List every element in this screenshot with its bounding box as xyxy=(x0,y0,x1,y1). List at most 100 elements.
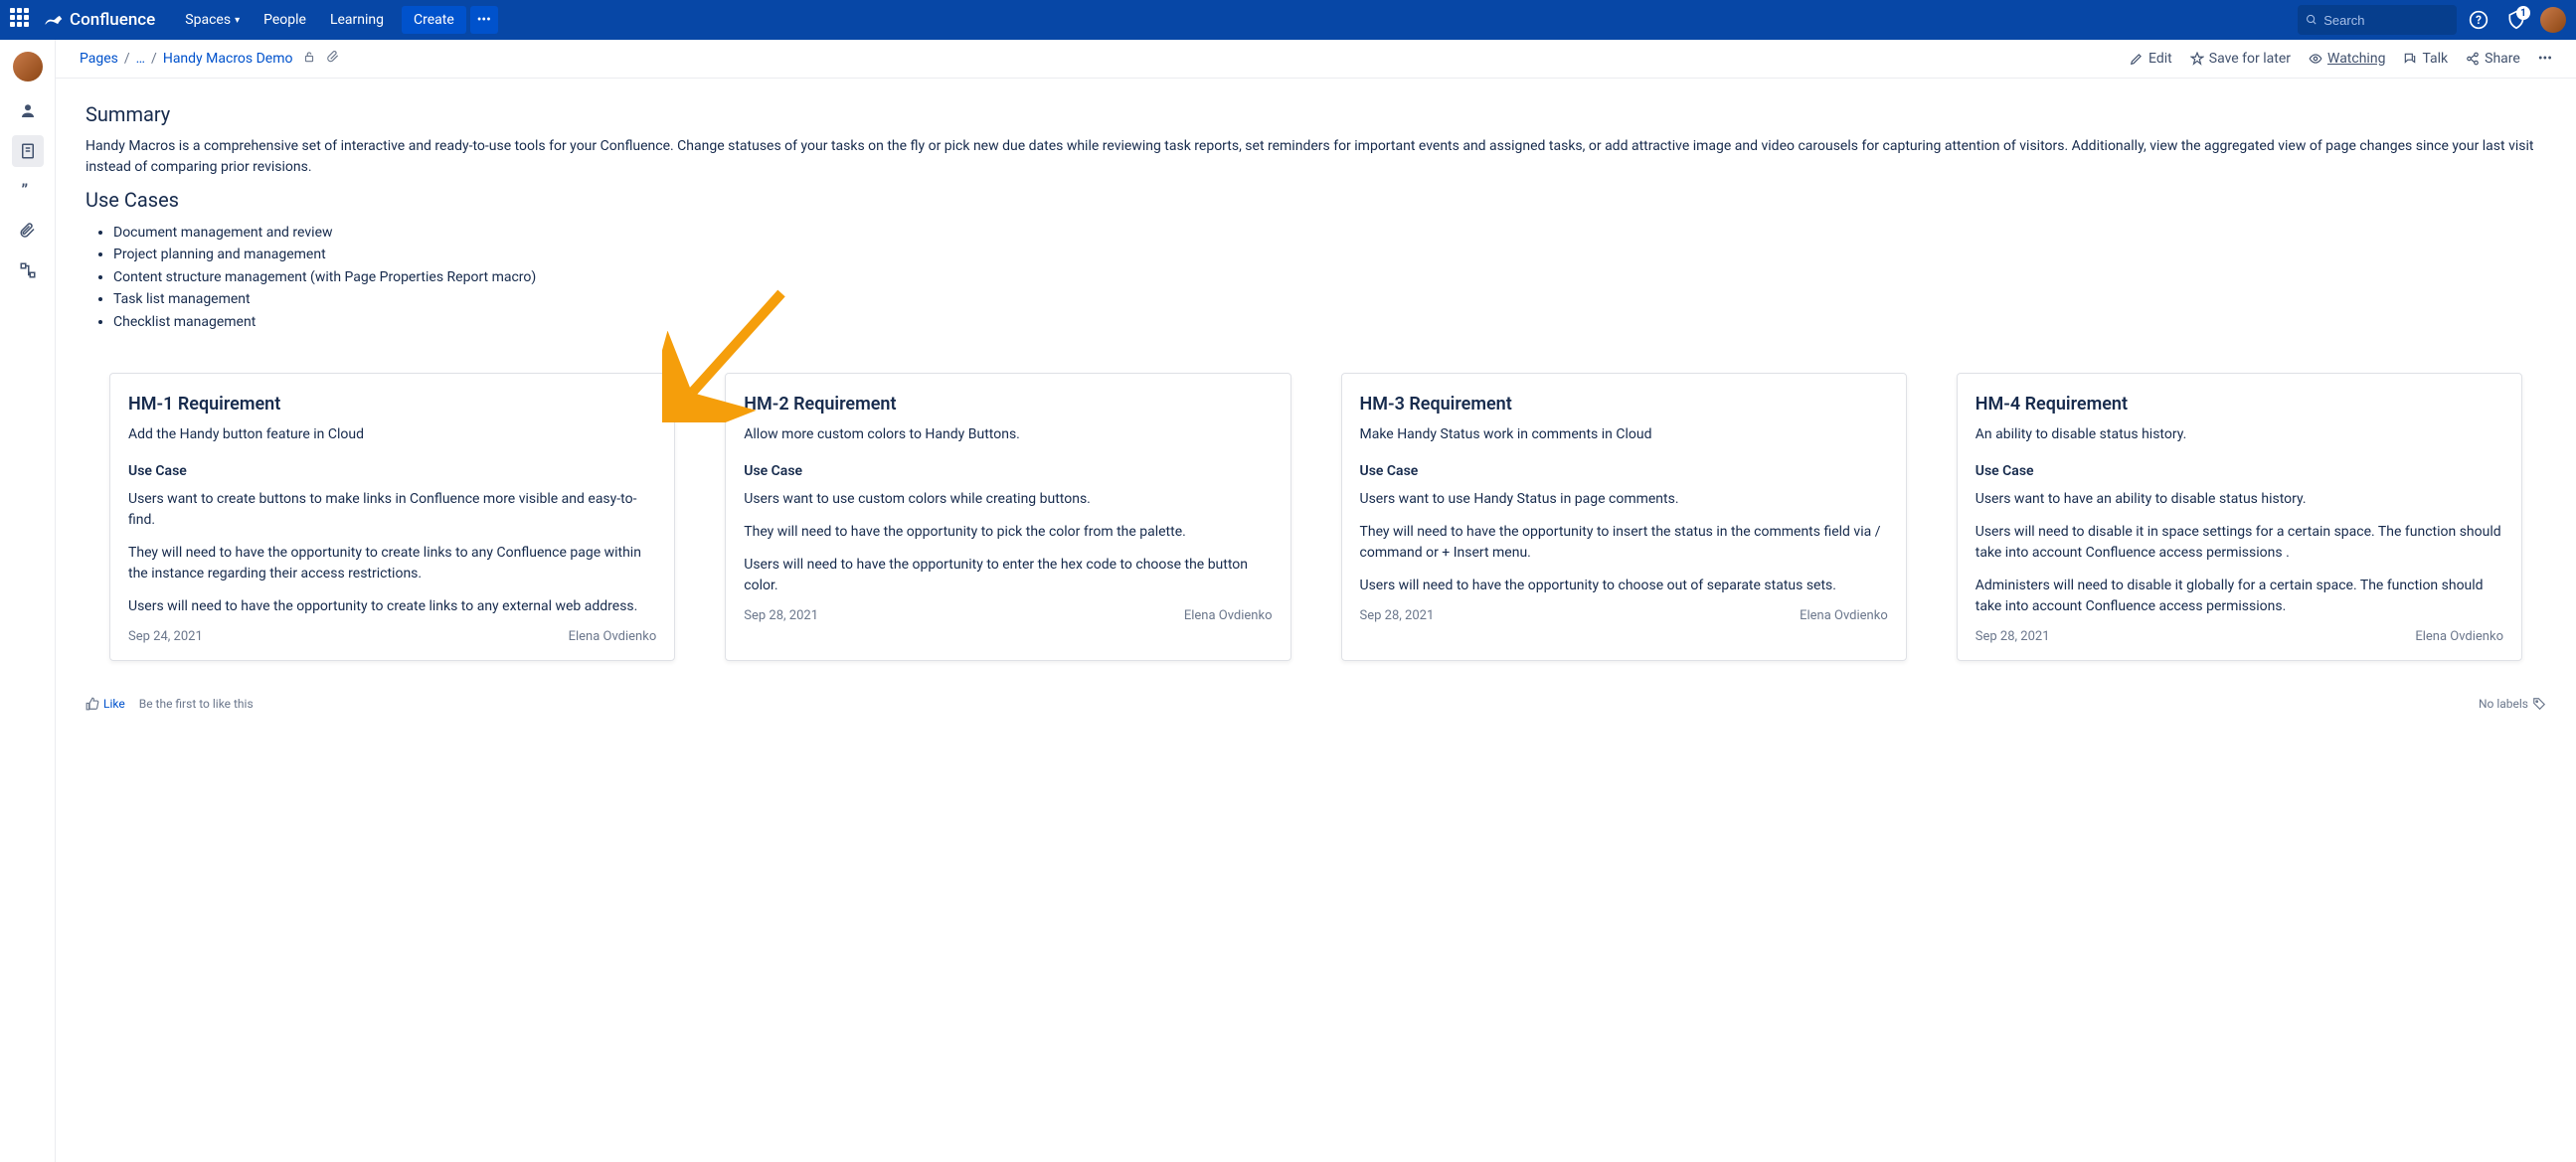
save-label: Save for later xyxy=(2209,51,2291,67)
like-message: Be the first to like this xyxy=(139,697,254,711)
notifications-icon[interactable]: 1 xyxy=(2500,4,2532,36)
card-p: Users want to create buttons to make lin… xyxy=(128,489,656,531)
breadcrumb-current[interactable]: Handy Macros Demo xyxy=(163,51,293,67)
card-subtitle: Allow more custom colors to Handy Button… xyxy=(744,424,1272,445)
breadcrumb: Pages / … / Handy Macros Demo xyxy=(80,50,340,68)
chevron-down-icon: ▾ xyxy=(235,15,240,26)
card-p: Administers will need to disable it glob… xyxy=(1975,576,2503,617)
create-label: Create xyxy=(414,12,454,28)
notification-badge: 1 xyxy=(2516,6,2530,20)
card-p: Users want to have an ability to disable… xyxy=(1975,489,2503,510)
app-switcher-icon[interactable] xyxy=(10,8,34,32)
talk-icon xyxy=(2403,52,2417,66)
card-title: HM-4 Requirement xyxy=(1975,394,2503,415)
page-header: Pages / … / Handy Macros Demo Edit xyxy=(56,40,2576,79)
nav-spaces-label: Spaces xyxy=(185,12,231,28)
search-icon xyxy=(2306,13,2318,27)
create-button[interactable]: Create xyxy=(402,6,466,34)
share-icon xyxy=(2466,52,2480,66)
summary-heading: Summary xyxy=(86,102,2546,126)
nav-spaces[interactable]: Spaces ▾ xyxy=(173,0,252,40)
header-more-button[interactable]: ••• xyxy=(470,6,498,34)
main-content: Pages / … / Handy Macros Demo Edit xyxy=(56,40,2576,1162)
card-subtitle: Add the Handy button feature in Cloud xyxy=(128,424,656,445)
card-p: Users will need to have the opportunity … xyxy=(128,596,656,617)
labels-area[interactable]: No labels xyxy=(2479,697,2546,711)
usecase-item: Document management and review xyxy=(113,222,2546,244)
card-p: They will need to have the opportunity t… xyxy=(128,543,656,584)
overview-icon[interactable] xyxy=(12,95,44,127)
pencil-icon xyxy=(2130,52,2144,66)
page-actions: Edit Save for later Watching Talk Share xyxy=(2130,51,2552,67)
attachments-icon[interactable] xyxy=(12,215,44,247)
card-author: Elena Ovdienko xyxy=(569,629,657,644)
search-box[interactable] xyxy=(2298,5,2457,35)
usecase-item: Checklist management xyxy=(113,311,2546,333)
requirement-card: HM-2 Requirement Allow more custom color… xyxy=(725,373,1290,661)
blog-icon[interactable]: ” xyxy=(12,175,44,207)
thumbs-up-icon xyxy=(86,697,99,711)
requirement-card: HM-1 Requirement Add the Handy button fe… xyxy=(109,373,675,661)
card-date: Sep 28, 2021 xyxy=(744,608,818,623)
nav-learning-label: Learning xyxy=(330,12,384,28)
usecases-heading: Use Cases xyxy=(86,188,2546,212)
pages-icon[interactable] xyxy=(12,135,44,167)
card-subtitle: An ability to disable status history. xyxy=(1975,424,2503,445)
card-uc-heading: Use Case xyxy=(744,463,1272,479)
confluence-logo[interactable]: Confluence xyxy=(44,10,155,30)
card-uc-heading: Use Case xyxy=(128,463,656,479)
card-p: They will need to have the opportunity t… xyxy=(744,522,1272,543)
top-header: Confluence Spaces ▾ People Learning Crea… xyxy=(0,0,2576,40)
edit-label: Edit xyxy=(2148,51,2172,67)
usecase-item: Task list management xyxy=(113,288,2546,310)
card-author: Elena Ovdienko xyxy=(1800,608,1888,623)
page-more-button[interactable]: ••• xyxy=(2538,51,2552,67)
share-button[interactable]: Share xyxy=(2466,51,2520,67)
watching-label: Watching xyxy=(2327,51,2385,67)
requirement-card: HM-3 Requirement Make Handy Status work … xyxy=(1341,373,1907,661)
watching-button[interactable]: Watching xyxy=(2309,51,2385,67)
usecase-item: Content structure management (with Page … xyxy=(113,266,2546,288)
card-author: Elena Ovdienko xyxy=(2415,629,2503,644)
help-icon[interactable]: ? xyxy=(2463,4,2494,36)
breadcrumb-pages[interactable]: Pages xyxy=(80,51,118,67)
labels-text: No labels xyxy=(2479,697,2528,711)
breadcrumb-sep: / xyxy=(124,51,130,67)
card-title: HM-3 Requirement xyxy=(1360,394,1888,415)
summary-text: Handy Macros is a comprehensive set of i… xyxy=(86,136,2546,178)
talk-label: Talk xyxy=(2422,51,2448,67)
card-uc-heading: Use Case xyxy=(1360,463,1888,479)
space-avatar[interactable] xyxy=(13,52,43,82)
save-for-later-button[interactable]: Save for later xyxy=(2190,51,2291,67)
page-footer: Like Be the first to like this No labels xyxy=(56,681,2576,721)
svg-text:?: ? xyxy=(2476,13,2482,27)
edit-button[interactable]: Edit xyxy=(2130,51,2172,67)
usecase-item: Project planning and management xyxy=(113,244,2546,265)
card-title: HM-1 Requirement xyxy=(128,394,656,415)
card-uc-heading: Use Case xyxy=(1975,463,2503,479)
attachments-bc-icon[interactable] xyxy=(326,50,340,68)
talk-button[interactable]: Talk xyxy=(2403,51,2448,67)
card-date: Sep 28, 2021 xyxy=(1975,629,2050,644)
card-date: Sep 24, 2021 xyxy=(128,629,203,644)
breadcrumb-ellipsis[interactable]: … xyxy=(136,51,145,67)
eye-icon xyxy=(2309,52,2322,66)
nav-people-label: People xyxy=(263,12,306,28)
restrictions-icon[interactable] xyxy=(302,50,316,68)
usecases-list: Document management and review Project p… xyxy=(113,222,2546,333)
star-icon xyxy=(2190,52,2204,66)
user-avatar[interactable] xyxy=(2540,7,2566,33)
breadcrumb-sep: / xyxy=(151,51,157,67)
nav-learning[interactable]: Learning xyxy=(318,0,396,40)
card-subtitle: Make Handy Status work in comments in Cl… xyxy=(1360,424,1888,445)
nav-people[interactable]: People xyxy=(252,0,318,40)
search-input[interactable] xyxy=(2323,13,2449,28)
card-author: Elena Ovdienko xyxy=(1184,608,1273,623)
page-tree-icon[interactable] xyxy=(12,254,44,286)
logo-text: Confluence xyxy=(70,10,155,30)
like-button[interactable]: Like xyxy=(86,697,125,711)
card-p: Users will need to have the opportunity … xyxy=(1360,576,1888,596)
card-p: Users will need to disable it in space s… xyxy=(1975,522,2503,564)
left-sidebar: ” xyxy=(0,40,56,1162)
ellipsis-icon: ••• xyxy=(477,12,491,28)
